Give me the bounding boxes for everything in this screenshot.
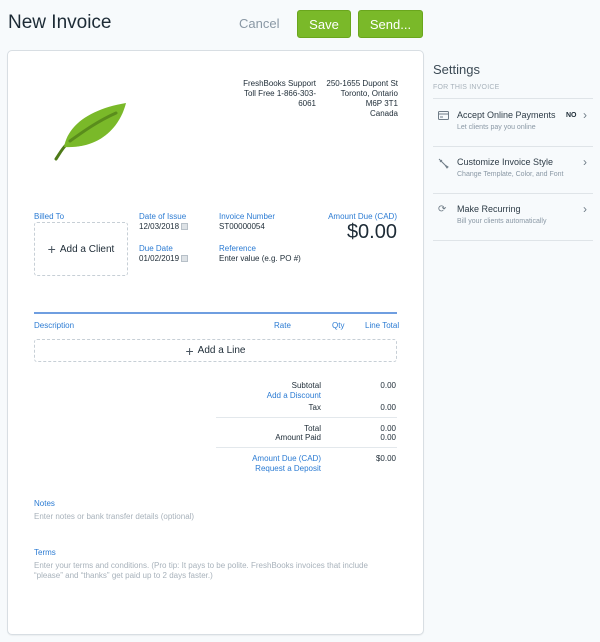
cancel-button[interactable]: Cancel bbox=[239, 16, 279, 31]
column-description: Description bbox=[34, 321, 75, 330]
due-date-field[interactable]: Due Date 01/02/2019 bbox=[139, 244, 189, 264]
add-line-label: Add a Line bbox=[197, 345, 246, 356]
line-items-divider bbox=[34, 312, 397, 314]
column-rate: Rate bbox=[274, 321, 291, 330]
tax-value: 0.00 bbox=[380, 403, 396, 412]
setting-label: Customize Invoice Style bbox=[457, 157, 554, 167]
calendar-icon[interactable] bbox=[181, 255, 189, 262]
paintbrush-icon bbox=[438, 158, 450, 169]
address-line-2: Toronto, Ontario bbox=[340, 89, 398, 98]
calendar-icon[interactable] bbox=[181, 223, 189, 230]
company-address[interactable]: 250-1655 Dupont St Toronto, Ontario M6P … bbox=[326, 79, 398, 119]
terms-input[interactable]: Enter your terms and conditions. (Pro ti… bbox=[34, 561, 396, 581]
address-line-3: M6P 3T1 bbox=[365, 99, 398, 108]
setting-customize-invoice-style[interactable]: Customize Invoice Style › Change Templat… bbox=[433, 150, 593, 194]
date-of-issue-field[interactable]: Date of Issue 12/03/2018 bbox=[139, 212, 189, 232]
credit-card-icon bbox=[438, 111, 450, 121]
leaf-icon[interactable] bbox=[50, 101, 128, 163]
plus-icon: + bbox=[185, 342, 194, 359]
amount-due-total-label: Amount Due (CAD) bbox=[252, 454, 321, 463]
save-button[interactable]: Save bbox=[297, 10, 351, 38]
setting-label: Accept Online Payments bbox=[457, 110, 556, 120]
due-date-value: 01/02/2019 bbox=[139, 254, 180, 263]
page-title: New Invoice bbox=[8, 12, 112, 33]
invoice-number-field[interactable]: Invoice Number ST00000054 bbox=[219, 212, 275, 232]
setting-make-recurring[interactable]: ⟳ Make Recurring › Bill your clients aut… bbox=[433, 197, 593, 241]
date-of-issue-value: 12/03/2018 bbox=[139, 222, 180, 231]
amount-due-value: $0.00 bbox=[346, 221, 397, 243]
reference-field[interactable]: Reference Enter value (e.g. PO #) bbox=[219, 244, 301, 264]
chevron-right-icon: › bbox=[583, 108, 587, 122]
notes-label: Notes bbox=[34, 499, 55, 508]
tax-label: Tax bbox=[308, 403, 321, 412]
amount-paid-label: Amount Paid bbox=[275, 433, 321, 442]
setting-description: Change Template, Color, and Font bbox=[457, 171, 564, 178]
due-date-label: Due Date bbox=[139, 244, 173, 253]
settings-subtitle: FOR THIS INVOICE bbox=[433, 84, 500, 91]
invoice-card: FreshBooks Support Toll Free 1-866-303-6… bbox=[7, 50, 424, 635]
amount-due-total-value: $0.00 bbox=[375, 454, 396, 463]
setting-accept-online-payments[interactable]: Accept Online Payments NO › Let clients … bbox=[433, 103, 593, 147]
column-line-total: Line Total bbox=[365, 321, 400, 330]
settings-title: Settings bbox=[433, 62, 480, 77]
reference-input[interactable]: Enter value (e.g. PO #) bbox=[219, 254, 301, 264]
invoice-number-label: Invoice Number bbox=[219, 212, 276, 221]
totals-divider bbox=[216, 417, 397, 418]
reference-label: Reference bbox=[219, 244, 256, 253]
address-line-1: 250-1655 Dupont St bbox=[326, 79, 398, 88]
status-badge: NO bbox=[566, 112, 577, 119]
terms-label: Terms bbox=[34, 548, 56, 557]
send-button[interactable]: Send... bbox=[358, 10, 423, 38]
notes-input[interactable]: Enter notes or bank transfer details (op… bbox=[34, 512, 194, 522]
setting-label: Make Recurring bbox=[457, 204, 521, 214]
totals-divider bbox=[216, 447, 397, 448]
new-invoice-page: New Invoice Cancel Save Send... FreshBoo… bbox=[0, 0, 600, 642]
company-info[interactable]: FreshBooks Support Toll Free 1-866-303-6… bbox=[240, 79, 316, 109]
add-line-button[interactable]: + Add a Line bbox=[34, 339, 397, 362]
settings-divider bbox=[433, 98, 593, 99]
recurring-icon: ⟳ bbox=[438, 204, 447, 215]
add-client-label: Add a Client bbox=[59, 243, 115, 255]
add-discount-link[interactable]: Add a Discount bbox=[267, 391, 321, 401]
invoice-number-value: ST00000054 bbox=[219, 222, 265, 231]
add-client-button[interactable]: + Add a Client bbox=[34, 222, 128, 276]
subtotal-label: Subtotal bbox=[291, 381, 321, 390]
settings-divider bbox=[433, 193, 593, 194]
company-name: FreshBooks Support bbox=[243, 79, 316, 88]
settings-divider bbox=[433, 146, 593, 147]
chevron-right-icon: › bbox=[583, 202, 587, 216]
request-deposit-link[interactable]: Request a Deposit bbox=[255, 464, 321, 474]
column-qty: Qty bbox=[332, 321, 345, 330]
setting-description: Let clients pay you online bbox=[457, 124, 536, 131]
billed-to-label: Billed To bbox=[34, 212, 65, 221]
amount-paid-value: 0.00 bbox=[380, 433, 396, 442]
setting-description: Bill your clients automatically bbox=[457, 218, 547, 225]
subtotal-value: 0.00 bbox=[380, 381, 396, 390]
settings-divider bbox=[433, 240, 593, 241]
company-phone: Toll Free 1-866-303-6061 bbox=[243, 89, 316, 108]
plus-icon: + bbox=[47, 241, 56, 257]
date-of-issue-label: Date of Issue bbox=[139, 212, 187, 221]
chevron-right-icon: › bbox=[583, 155, 587, 169]
address-line-4: Canada bbox=[369, 109, 398, 118]
